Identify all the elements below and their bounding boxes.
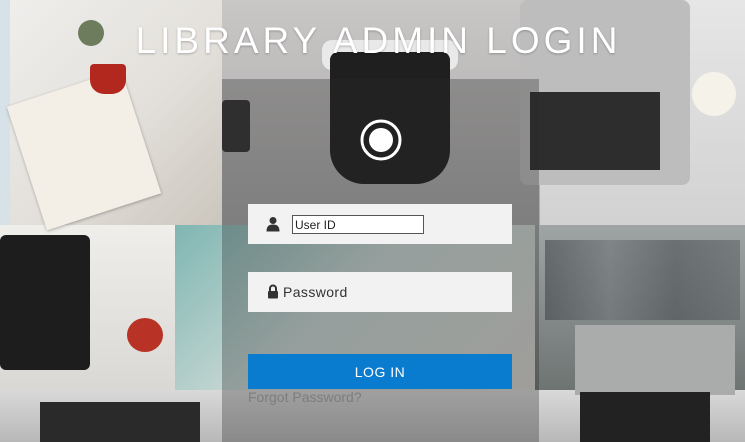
circular-logo-icon: [360, 119, 402, 161]
apple-decoration: [127, 318, 163, 352]
login-button[interactable]: LOG IN: [248, 354, 512, 389]
password-input[interactable]: [283, 281, 493, 303]
lock-icon: [268, 284, 278, 299]
page-title: LIBRARY ADMIN LOGIN: [135, 20, 622, 61]
laptop-decoration: [575, 325, 735, 395]
user-icon: [266, 217, 280, 232]
people-decoration: [545, 240, 740, 320]
forgot-password-link[interactable]: Forgot Password?: [248, 389, 362, 405]
password-field: [248, 272, 512, 312]
user-id-field: [248, 204, 512, 244]
laptop-decoration: [40, 402, 200, 442]
mug-decoration: [692, 72, 736, 116]
laptop-decoration: [0, 235, 90, 370]
dark-object-decoration: [580, 392, 710, 442]
user-id-input[interactable]: [292, 215, 424, 234]
coffee-cup-decoration: [90, 64, 126, 94]
laptop-keyboard-decoration: [530, 92, 660, 170]
